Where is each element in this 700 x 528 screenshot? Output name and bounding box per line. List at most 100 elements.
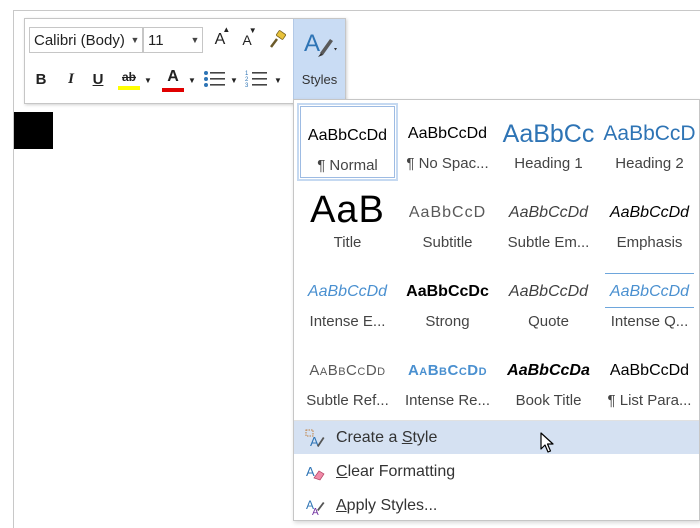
selected-document-content[interactable] xyxy=(14,112,53,149)
style-name: Title xyxy=(333,234,362,251)
style-name: Heading 1 xyxy=(514,155,583,172)
style-preview: AaBbCcDd xyxy=(307,127,388,144)
format-painter-button[interactable] xyxy=(265,27,291,53)
style-preview: AaBbCcDd xyxy=(609,283,690,300)
styles-icon: A xyxy=(304,30,337,57)
style-name: ¶ No Spac... xyxy=(406,155,489,172)
style-preview: AaBbCcDd xyxy=(609,204,690,221)
numbered-list-icon: 1 2 3 xyxy=(245,71,267,88)
create-style-icon: A xyxy=(304,427,326,449)
style-normal[interactable]: AaBbCcDd ¶ Normal xyxy=(297,103,398,181)
svg-text:3: 3 xyxy=(245,83,249,88)
highlight-color-swatch xyxy=(118,86,140,90)
numbering-dropdown-chevron-down-icon[interactable]: ▼ xyxy=(273,73,283,87)
style-name: Subtitle xyxy=(422,234,473,251)
menu-item-label: Apply Styles... xyxy=(336,496,438,514)
mini-toolbar: Calibri (Body) ▼ 11 ▼ A ▲ A ▼ B I U ab ▼ A… xyxy=(24,18,346,104)
style-preview: AaBbCcDd xyxy=(407,125,488,142)
bold-button[interactable]: B xyxy=(31,67,51,91)
document-page-edge-top xyxy=(13,10,700,11)
eraser-icon: A xyxy=(304,461,326,483)
style-subtitle[interactable]: AaBbCcD Subtitle xyxy=(397,182,498,260)
style-name: Quote xyxy=(528,313,569,330)
style-preview: AaBbCcD xyxy=(408,204,487,221)
style-name: ¶ List Para... xyxy=(607,392,692,409)
font-size-combo[interactable]: 11 ▼ xyxy=(143,27,203,53)
shrink-font-button[interactable]: A ▼ xyxy=(236,26,258,51)
style-no-spacing[interactable]: AaBbCcDd ¶ No Spac... xyxy=(397,103,498,181)
style-preview: AaBbCcDd xyxy=(609,362,690,379)
underline-button[interactable]: U xyxy=(88,67,108,91)
font-color-button[interactable]: A xyxy=(161,65,185,95)
style-heading-1[interactable]: AaBbCc Heading 1 xyxy=(498,103,599,181)
style-name: Intense Re... xyxy=(404,392,491,409)
style-preview: AaBbCcDa xyxy=(507,362,590,379)
style-subtle-emphasis[interactable]: AaBbCcDd Subtle Em... xyxy=(498,182,599,260)
styles-gallery: AaBbCcDd ¶ Normal AaBbCcDd ¶ No Spac... … xyxy=(293,99,700,521)
style-preview: AaBbCcDd xyxy=(307,283,388,300)
font-color-swatch xyxy=(162,87,184,92)
style-intense-emphasis[interactable]: AaBbCcDd Intense E... xyxy=(297,261,398,339)
font-size-value: 11 xyxy=(148,31,164,49)
style-heading-2[interactable]: AaBbCcD Heading 2 xyxy=(599,103,700,181)
apply-styles-icon: A A xyxy=(304,495,326,517)
bullets-button[interactable] xyxy=(201,67,229,91)
style-preview: AaBbCcDd xyxy=(407,362,488,379)
style-preview: AaBbCcDd xyxy=(309,362,386,379)
chevron-down-icon[interactable]: ▼ xyxy=(188,35,202,45)
style-preview: AaBbCcD xyxy=(603,122,696,145)
style-name: Intense E... xyxy=(309,313,386,330)
clear-formatting-menu-item[interactable]: A Clear Formatting xyxy=(294,455,699,488)
style-name: Subtle Ref... xyxy=(306,392,389,409)
style-intense-reference[interactable]: AaBbCcDd Intense Re... xyxy=(397,340,498,418)
style-name: Heading 2 xyxy=(615,155,684,172)
style-name: Intense Q... xyxy=(610,313,689,330)
styles-button-label: Styles xyxy=(301,72,338,87)
menu-item-label: Create a Style xyxy=(336,428,438,446)
style-name: Book Title xyxy=(515,392,582,409)
style-preview: AaB xyxy=(310,189,385,231)
style-subtle-reference[interactable]: AaBbCcDd Subtle Ref... xyxy=(297,340,398,418)
svg-text:A: A xyxy=(306,464,315,479)
highlight-color-button[interactable]: ab xyxy=(115,65,143,95)
font-name-value: Calibri (Body) xyxy=(34,31,125,49)
style-book-title[interactable]: AaBbCcDa Book Title xyxy=(498,340,599,418)
font-color-icon: A xyxy=(167,67,179,85)
style-preview: AaBbCcDd xyxy=(508,283,589,300)
shrink-font-icon: A ▼ xyxy=(242,26,257,48)
style-preview: AaBbCcDc xyxy=(406,283,489,300)
apply-styles-menu-item[interactable]: A A Apply Styles... xyxy=(294,489,699,522)
numbering-button[interactable]: 1 2 3 xyxy=(243,67,271,91)
bullet-list-icon xyxy=(204,71,225,87)
style-strong[interactable]: AaBbCcDc Strong xyxy=(397,261,498,339)
style-preview: AaBbCcDd xyxy=(508,204,589,221)
style-name: Strong xyxy=(425,313,470,330)
font-color-dropdown-chevron-down-icon[interactable]: ▼ xyxy=(187,73,197,87)
style-name: Subtle Em... xyxy=(507,234,590,251)
menu-item-label: Clear Formatting xyxy=(336,462,456,480)
style-intense-quote[interactable]: AaBbCcDd Intense Q... xyxy=(599,261,700,339)
create-a-style-menu-item[interactable]: A Create a Style xyxy=(294,421,699,454)
intense-quote-bottom-rule xyxy=(605,307,694,308)
document-page-edge-left xyxy=(13,10,14,528)
font-name-combo[interactable]: Calibri (Body) ▼ xyxy=(29,27,143,53)
svg-text:A: A xyxy=(304,30,320,57)
highlight-dropdown-chevron-down-icon[interactable]: ▼ xyxy=(143,73,153,87)
italic-button[interactable]: I xyxy=(61,67,81,91)
intense-quote-top-rule xyxy=(605,273,694,274)
style-name: Emphasis xyxy=(616,234,683,251)
style-title[interactable]: AaB Title xyxy=(297,182,398,260)
style-quote[interactable]: AaBbCcDd Quote xyxy=(498,261,599,339)
style-preview: AaBbCc xyxy=(502,120,595,148)
svg-text:A: A xyxy=(312,507,319,516)
styles-button[interactable]: A Styles xyxy=(293,19,345,103)
mouse-pointer-icon xyxy=(540,432,554,453)
grow-font-button[interactable]: A ▲ xyxy=(209,25,231,51)
style-list-paragraph[interactable]: AaBbCcDd ¶ List Para... xyxy=(599,340,700,418)
bullets-dropdown-chevron-down-icon[interactable]: ▼ xyxy=(229,73,239,87)
highlight-icon: ab xyxy=(121,70,136,84)
chevron-down-icon[interactable]: ▼ xyxy=(128,35,142,45)
style-emphasis[interactable]: AaBbCcDd Emphasis xyxy=(599,182,700,260)
grow-font-icon: A ▲ xyxy=(214,25,231,48)
format-painter-icon xyxy=(270,30,287,48)
